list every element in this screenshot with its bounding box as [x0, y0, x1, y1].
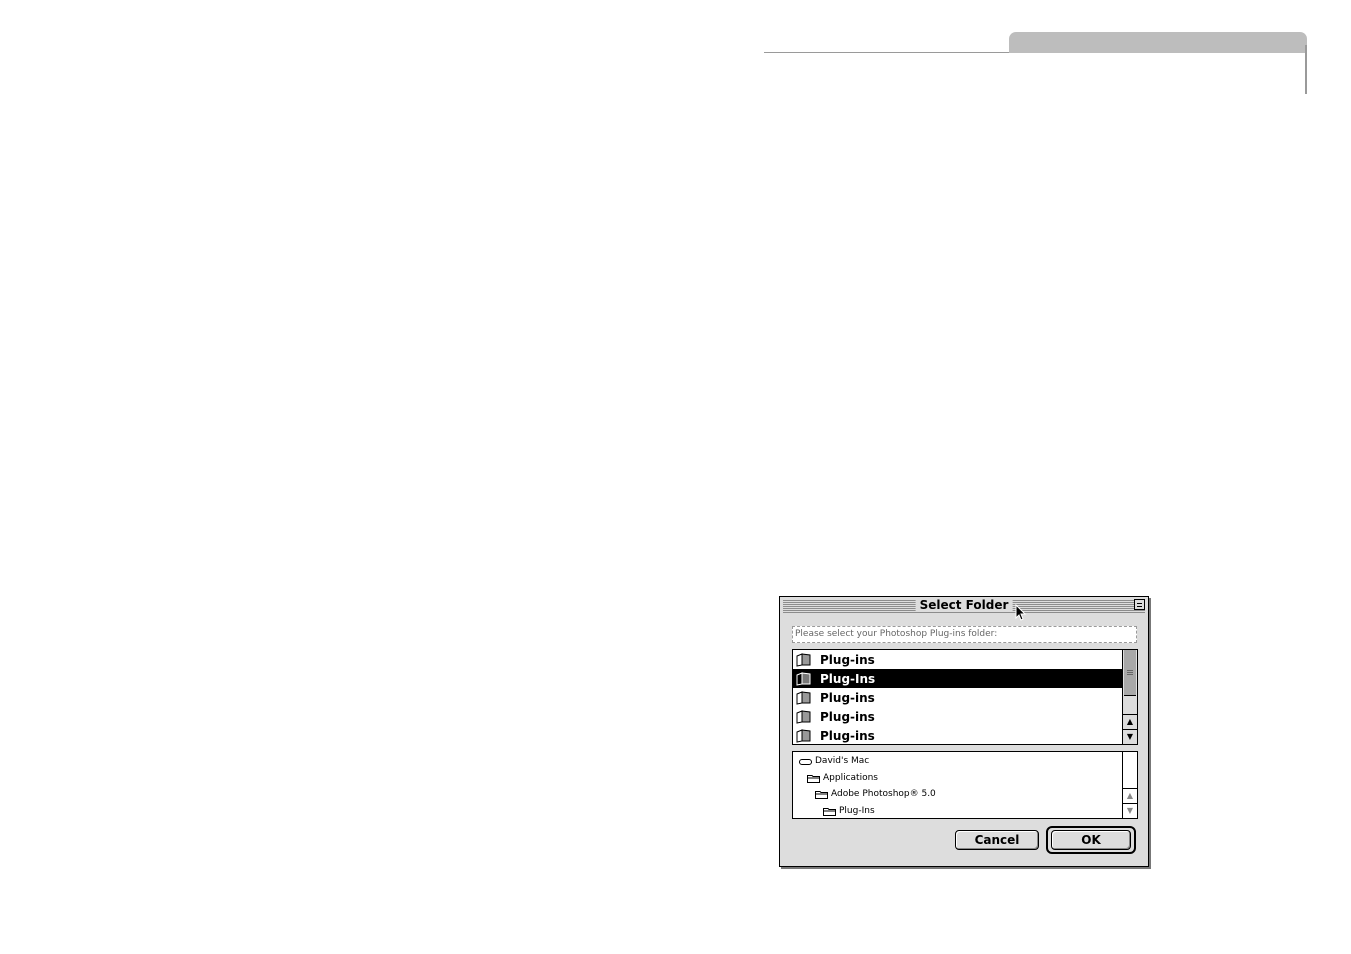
- folder-icon: [796, 652, 812, 667]
- path-item[interactable]: David's Mac: [799, 753, 869, 769]
- scroll-thumb[interactable]: [1124, 650, 1136, 696]
- folder-list-scrollbar[interactable]: ▲ ▼: [1122, 650, 1137, 744]
- path-item[interactable]: Adobe Photoshop® 5.0: [815, 786, 936, 802]
- folder-icon: [796, 709, 812, 724]
- list-item[interactable]: Plug-ins: [793, 650, 1123, 669]
- path-item[interactable]: Applications: [807, 770, 878, 786]
- list-item[interactable]: Plug-ins: [793, 726, 1123, 744]
- scroll-down-arrow-icon[interactable]: ▼: [1123, 729, 1137, 744]
- path-item-label: David's Mac: [815, 756, 870, 766]
- folder-icon: [796, 728, 812, 743]
- dialog-titlebar[interactable]: Select Folder: [783, 598, 1145, 614]
- scroll-down-arrow-icon[interactable]: ▼: [1123, 803, 1137, 818]
- folder-list[interactable]: Plug-ins Plug-Ins Plug-ins Plug-ins Plug…: [792, 649, 1138, 745]
- list-item[interactable]: Plug-ins: [793, 688, 1123, 707]
- collapse-box-icon[interactable]: [1134, 599, 1145, 610]
- list-item-label: Plug-ins: [820, 728, 875, 743]
- hard-disk-icon: [799, 758, 812, 765]
- page-tab: [1009, 32, 1307, 53]
- list-item-label: Plug-ins: [820, 652, 875, 667]
- prompt-text: Please select your Photoshop Plug-ins fo…: [792, 626, 1137, 643]
- list-item-label: Plug-Ins: [820, 671, 876, 686]
- select-folder-dialog: Select Folder Please select your Photosh…: [779, 596, 1149, 867]
- folder-icon: [823, 807, 836, 816]
- path-item-label: Applications: [823, 773, 878, 783]
- path-item[interactable]: Plug-Ins: [823, 803, 875, 818]
- list-item-label: Plug-ins: [820, 690, 875, 705]
- scroll-up-arrow-icon[interactable]: ▲: [1123, 714, 1137, 729]
- folder-icon: [796, 671, 812, 686]
- list-item-label: Plug-ins: [820, 709, 875, 724]
- path-item-label: Plug-Ins: [839, 806, 875, 816]
- cancel-button[interactable]: Cancel: [955, 830, 1039, 850]
- ok-button[interactable]: OK: [1051, 830, 1131, 850]
- mouse-pointer-icon: [1015, 604, 1027, 621]
- page-edge: [1305, 45, 1307, 94]
- list-item-selected[interactable]: Plug-Ins: [793, 669, 1123, 688]
- path-list-scrollbar[interactable]: ▲ ▼: [1122, 752, 1137, 818]
- folder-icon: [815, 790, 828, 799]
- path-list[interactable]: David's Mac Applications Adobe Photoshop…: [792, 751, 1138, 819]
- scroll-up-arrow-icon[interactable]: ▲: [1123, 788, 1137, 803]
- path-item-label: Adobe Photoshop® 5.0: [831, 789, 936, 799]
- grip-icon: [1127, 670, 1133, 671]
- folder-icon: [807, 774, 820, 783]
- list-item[interactable]: Plug-ins: [793, 707, 1123, 726]
- page-rule: [764, 52, 1010, 53]
- dialog-title: Select Folder: [915, 598, 1013, 612]
- folder-icon: [796, 690, 812, 705]
